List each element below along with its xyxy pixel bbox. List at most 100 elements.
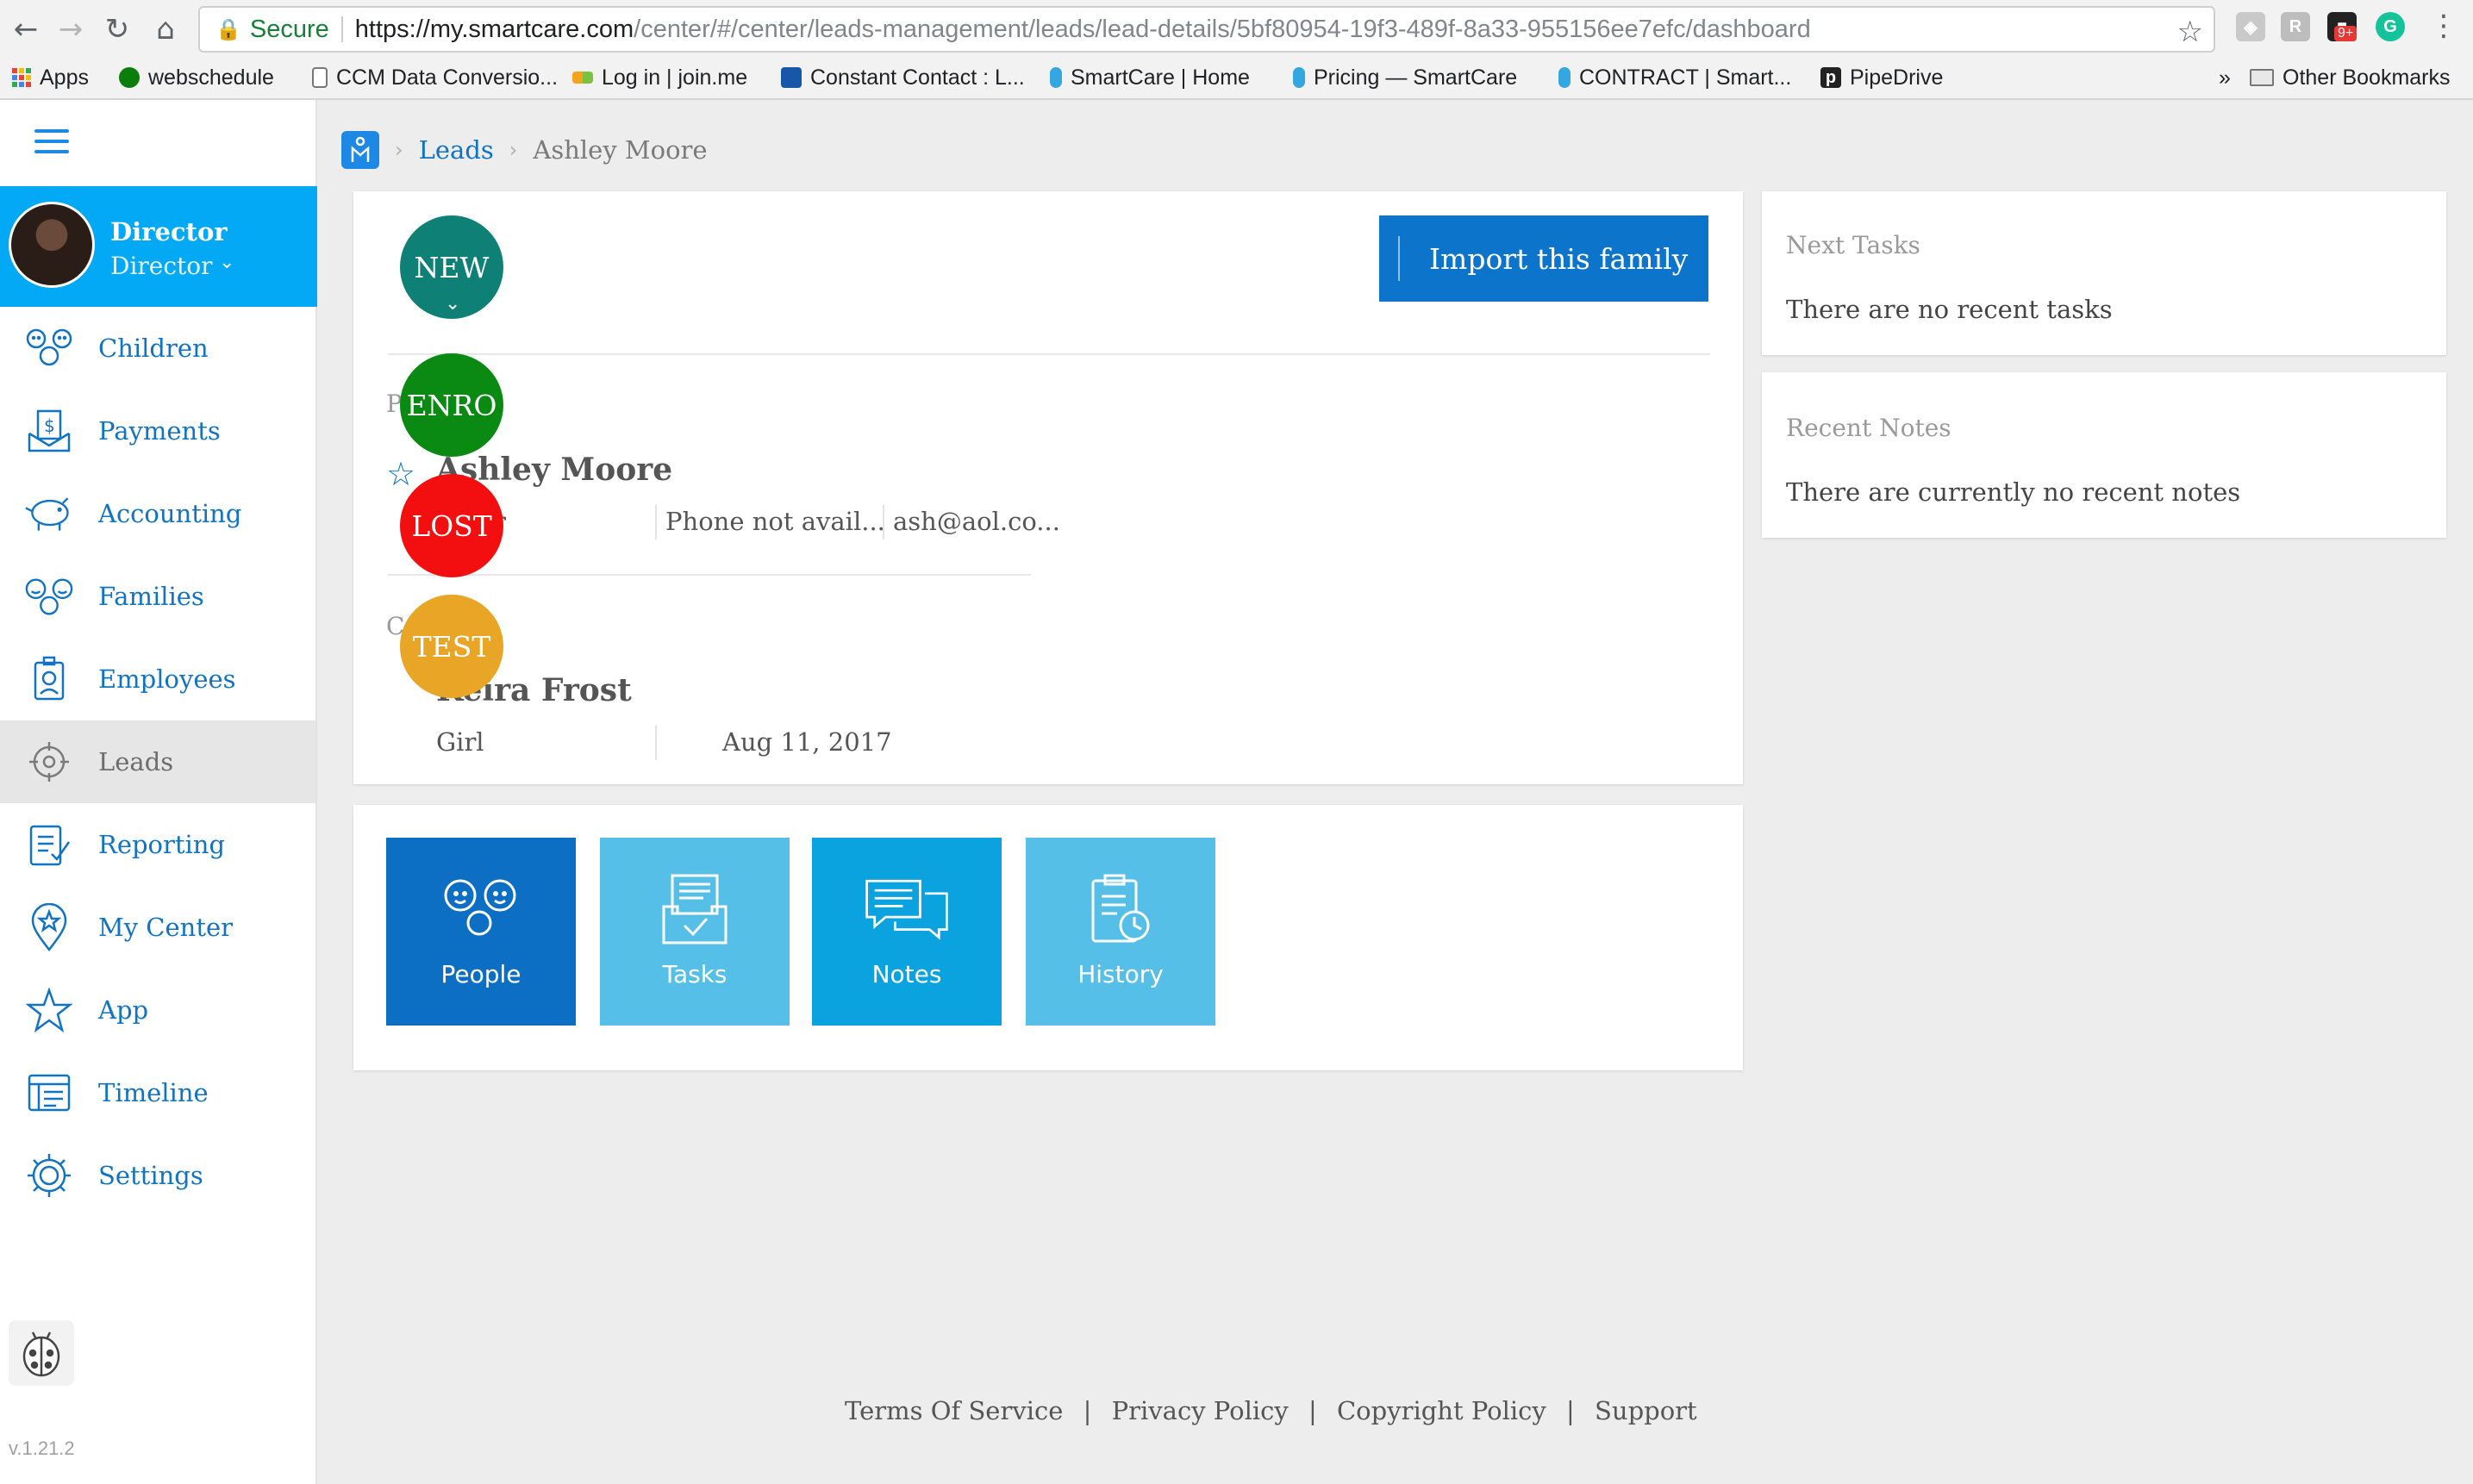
browser-menu-icon[interactable]: ⋮ bbox=[2429, 9, 2458, 43]
avatar bbox=[9, 202, 95, 288]
extension-tag-icon[interactable]: ◈ bbox=[2236, 12, 2265, 41]
sidebar-item-label: Accounting bbox=[98, 499, 242, 528]
profile-role: Director bbox=[110, 252, 213, 280]
bookmark-joinme[interactable]: Log in | join.me bbox=[572, 62, 747, 93]
sidebar-item-my-center[interactable]: My Center bbox=[0, 886, 315, 969]
chevron-down-icon[interactable]: ⌄ bbox=[445, 293, 460, 315]
extension-badge: 9+ bbox=[2334, 26, 2357, 41]
sidebar-item-label: Leads bbox=[98, 747, 174, 776]
footer-separator: | bbox=[1566, 1396, 1575, 1425]
families-icon bbox=[24, 571, 74, 621]
bookmark-ccm[interactable]: CCM Data Conversio... bbox=[312, 62, 558, 93]
support-link[interactable]: Support bbox=[1595, 1396, 1697, 1425]
target-icon bbox=[24, 737, 74, 787]
smartcare-icon bbox=[1293, 67, 1305, 88]
favorite-star-icon[interactable]: ☆ bbox=[386, 455, 415, 493]
chevron-down-icon[interactable]: ⌄ bbox=[219, 252, 234, 273]
bookmark-label: PipeDrive bbox=[1850, 65, 1944, 90]
footer-separator: | bbox=[1308, 1396, 1317, 1425]
bookmark-webschedule[interactable]: webschedule bbox=[119, 62, 274, 93]
next-tasks-empty-text: There are no recent tasks bbox=[1786, 295, 2113, 324]
copyright-policy-link[interactable]: Copyright Policy bbox=[1337, 1396, 1546, 1425]
sidebar-item-timeline[interactable]: Timeline bbox=[0, 1051, 315, 1134]
parent-email[interactable]: ash@aol.co... bbox=[893, 507, 1060, 536]
notes-icon bbox=[864, 870, 950, 948]
address-divider bbox=[340, 16, 343, 42]
tile-label: Tasks bbox=[662, 960, 728, 988]
bookmark-smartcare-home[interactable]: SmartCare | Home bbox=[1050, 62, 1250, 93]
tile-label: Notes bbox=[871, 960, 942, 988]
people-tile[interactable]: People bbox=[386, 838, 576, 1026]
bookmark-label: Pricing — SmartCare bbox=[1314, 65, 1518, 90]
parent-phone: Phone not avail... bbox=[665, 507, 885, 536]
app-version: v.1.21.2 bbox=[9, 1437, 75, 1459]
sidebar-item-children[interactable]: Children bbox=[0, 307, 315, 390]
sidebar-item-app[interactable]: App bbox=[0, 969, 315, 1051]
forward-arrow-icon[interactable]: → bbox=[50, 9, 91, 50]
bookmark-constant-contact[interactable]: Constant Contact : L... bbox=[781, 62, 1025, 93]
bookmark-contract[interactable]: CONTRACT | Smart... bbox=[1558, 62, 1791, 93]
next-tasks-title: Next Tasks bbox=[1786, 231, 1920, 259]
chevron-right-icon: › bbox=[509, 138, 518, 162]
sidebar-item-settings[interactable]: Settings bbox=[0, 1134, 315, 1217]
gear-icon bbox=[24, 1150, 74, 1200]
back-arrow-icon[interactable]: ← bbox=[5, 9, 47, 50]
bookmark-star-icon[interactable]: ☆ bbox=[2177, 15, 2203, 49]
bookmark-label: Constant Contact : L... bbox=[810, 65, 1025, 90]
sidebar-item-employees[interactable]: Employees bbox=[0, 638, 315, 720]
terms-of-service-link[interactable]: Terms Of Service bbox=[845, 1396, 1063, 1425]
star-icon bbox=[24, 985, 74, 1035]
bookmark-apps[interactable]: Apps bbox=[12, 62, 89, 93]
smartcare-icon bbox=[1558, 67, 1571, 88]
bookmark-pipedrive[interactable]: p PipeDrive bbox=[1820, 62, 1943, 93]
sidebar-item-reporting[interactable]: Reporting bbox=[0, 803, 315, 886]
timeline-icon bbox=[24, 1068, 74, 1118]
sidebar-item-accounting[interactable]: Accounting bbox=[0, 472, 315, 555]
location-star-icon bbox=[24, 902, 74, 952]
field-separator bbox=[655, 726, 657, 760]
footer-separator: | bbox=[1083, 1396, 1092, 1425]
sidebar-item-label: Payments bbox=[98, 416, 221, 446]
bookmark-label: Other Bookmarks bbox=[2283, 65, 2451, 90]
tasks-tile[interactable]: Tasks bbox=[600, 838, 790, 1026]
sidebar-item-label: Employees bbox=[98, 664, 236, 694]
sidebar-item-label: My Center bbox=[98, 913, 234, 942]
address-bar[interactable]: 🔒 Secure https://my.smartcare.com/center… bbox=[198, 6, 2215, 53]
ladybug-icon[interactable] bbox=[9, 1320, 74, 1386]
breadcrumb: › Leads › Ashley Moore bbox=[341, 129, 708, 171]
next-tasks-panel: Next Tasks There are no recent tasks bbox=[1762, 191, 2446, 355]
history-tile[interactable]: History bbox=[1026, 838, 1215, 1026]
sidebar-item-payments[interactable]: $ Payments bbox=[0, 390, 315, 472]
smartcare-home-icon[interactable] bbox=[341, 131, 379, 169]
import-family-button[interactable]: Import this family bbox=[1379, 215, 1708, 302]
sidebar-item-families[interactable]: Families bbox=[0, 555, 315, 638]
status-enrolled-button[interactable]: ENRO bbox=[400, 353, 503, 457]
sidebar-item-leads[interactable]: Leads bbox=[0, 720, 315, 803]
bookmark-pricing[interactable]: Pricing — SmartCare bbox=[1293, 62, 1517, 93]
secure-label: Secure bbox=[249, 15, 329, 43]
bookmark-label: CCM Data Conversio... bbox=[336, 65, 559, 90]
folder-icon bbox=[2250, 69, 2274, 86]
status-lost-button[interactable]: LOST bbox=[400, 474, 503, 577]
sidebar-item-label: Timeline bbox=[98, 1078, 209, 1107]
extension-r-icon[interactable]: R bbox=[2281, 12, 2310, 41]
hamburger-menu-icon[interactable] bbox=[34, 129, 69, 160]
constant-contact-icon bbox=[781, 67, 802, 88]
joinme-icon bbox=[572, 72, 593, 84]
notes-tile[interactable]: Notes bbox=[812, 838, 1002, 1026]
bookmarks-bar: Apps webschedule CCM Data Conversio... L… bbox=[0, 59, 2473, 98]
reporting-icon bbox=[24, 820, 74, 870]
profile-card[interactable]: Director Director ⌄ bbox=[0, 186, 317, 307]
bookmarks-overflow[interactable]: » bbox=[2219, 62, 2231, 93]
home-icon[interactable]: ⌂ bbox=[145, 9, 186, 50]
tile-label: History bbox=[1077, 960, 1164, 988]
status-test-button[interactable]: TEST bbox=[400, 595, 503, 698]
bookmark-other[interactable]: Other Bookmarks bbox=[2250, 62, 2451, 93]
breadcrumb-leads-link[interactable]: Leads bbox=[419, 135, 494, 165]
recent-notes-panel: Recent Notes There are currently no rece… bbox=[1762, 372, 2446, 538]
child-gender: Girl bbox=[436, 727, 484, 757]
privacy-policy-link[interactable]: Privacy Policy bbox=[1112, 1396, 1289, 1425]
url-path: /center/#/center/leads-management/leads/… bbox=[634, 15, 1811, 43]
reload-icon[interactable]: ↻ bbox=[97, 9, 138, 50]
grammarly-icon[interactable]: G bbox=[2376, 12, 2405, 41]
